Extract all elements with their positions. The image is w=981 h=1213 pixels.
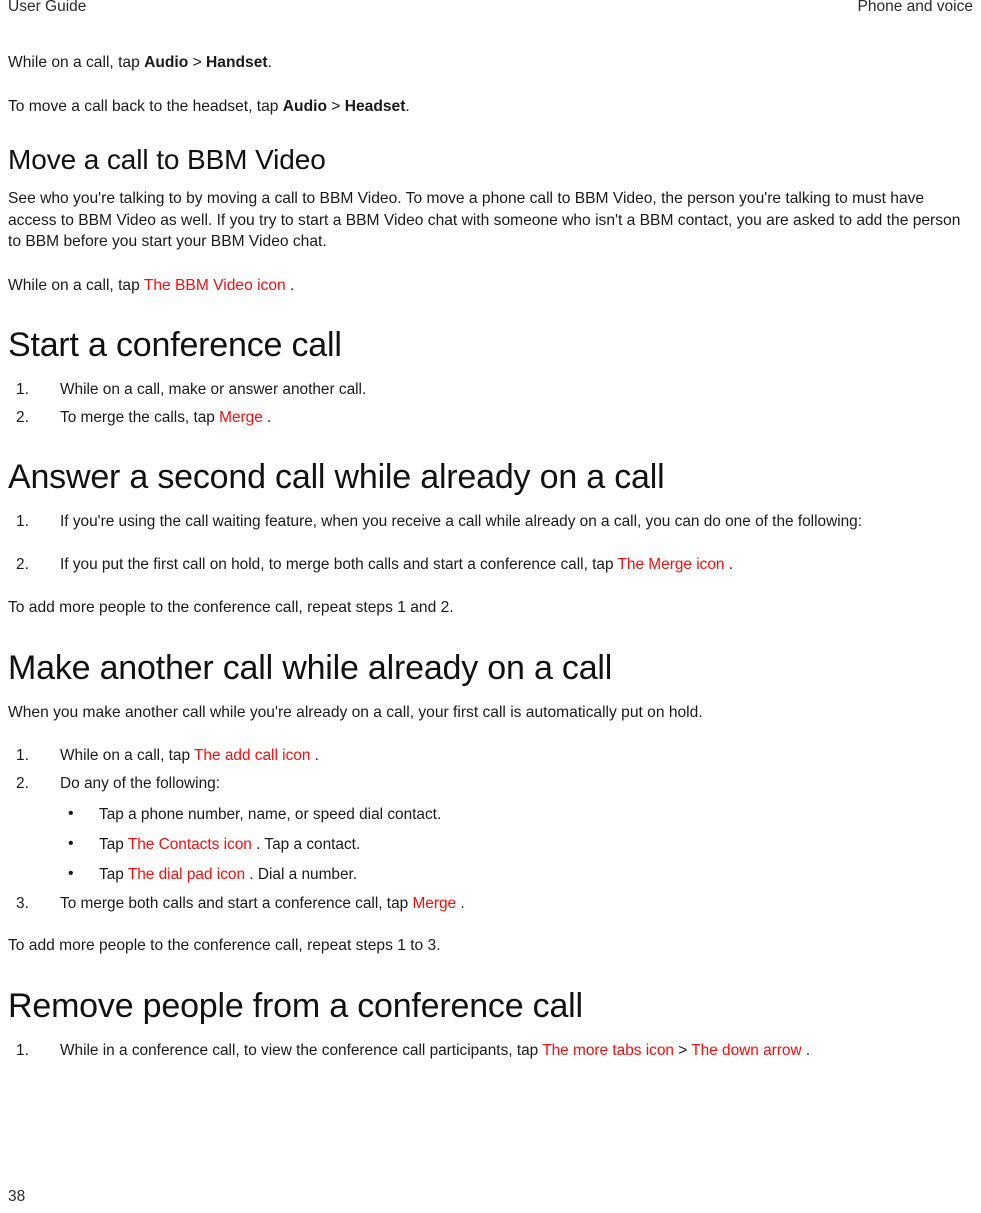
step-post: . [724,556,734,573]
contacts-icon[interactable]: The Contacts icon [128,836,252,853]
steps-start-conference-call: While on a call, make or answer another … [8,379,973,428]
list-item: To merge the calls, tap Merge . [8,407,973,428]
section-closing-make-another-call: To add more people to the conference cal… [8,937,441,954]
intro-p2-separator: > [326,97,345,115]
list-item: Tap a phone number, name, or speed dial … [60,803,973,825]
merge-icon[interactable]: Merge [412,895,456,912]
step-pre: While in a conference call, to view the … [60,1041,543,1059]
instruction-post: . [285,276,295,294]
instruction-pre: While on a call, tap [8,276,144,294]
step-pre: To merge the calls, tap [60,409,220,426]
page-content: While on a call, tap Audio > Handset. To… [8,52,973,1081]
bullet-options-make-another-call: Tap a phone number, name, or speed dial … [60,803,973,885]
bbm-video-icon[interactable]: The BBM Video icon [144,277,286,294]
page-number-footer: 38 [8,1188,26,1205]
bullet-post: . Tap a contact. [251,836,361,853]
intro-p2-pre: To move a call back to the headset, tap [8,97,283,115]
step-pre: While on a call, tap [60,747,195,764]
step-text: If you're using the call waiting feature… [60,513,863,530]
add-call-icon[interactable]: The add call icon [194,747,310,764]
intro-p1-bold-audio: Audio [144,54,189,71]
list-item: While on a call, tap The add call icon . [8,745,973,766]
bullet-pre: Tap [99,866,128,883]
intro-p1-post: . [267,54,272,71]
step-separator: > [673,1041,692,1059]
section-title-start-conference-call: Start a conference call [8,326,342,364]
steps-answer-second-call: If you're using the call waiting feature… [8,511,973,575]
bullet-post: . Dial a number. [245,866,358,883]
steps-make-another-call: While on a call, tap The add call icon .… [8,745,973,914]
section-title-answer-second-call: Answer a second call while already on a … [8,458,665,496]
bullet-pre: Tap [99,836,128,853]
intro-p1-bold-handset: Handset [206,54,268,71]
intro-p2-bold-headset: Headset [344,97,406,115]
intro-p2-post: . [405,97,410,115]
list-item: If you're using the call waiting feature… [8,511,973,532]
list-item: While on a call, make or answer another … [8,379,973,400]
step-pre: If you put the first call on hold, to me… [60,556,618,573]
section-body-make-another-call: When you make another call while you're … [8,703,703,721]
more-tabs-icon[interactable]: The more tabs icon [542,1042,674,1059]
section-title-make-another-call: Make another call while already on a cal… [8,648,613,687]
step-post: . [456,895,465,912]
dial-pad-icon[interactable]: The dial pad icon [128,866,245,883]
list-item: To merge both calls and start a conferen… [8,893,973,914]
step-post: . [262,409,272,426]
steps-remove-people-conference: While in a conference call, to view the … [8,1040,973,1061]
running-header: User Guide Phone and voice [8,0,973,25]
intro-paragraph-handset: While on a call, tap Audio > Handset. [8,52,973,74]
merge-icon[interactable]: The Merge icon [618,556,725,573]
list-item: While in a conference call, to view the … [8,1040,973,1061]
section-closing-answer-second-call: To add more people to the conference cal… [8,599,454,616]
header-right-title: Phone and voice [857,0,973,15]
list-item: If you put the first call on hold, to me… [8,554,973,575]
intro-paragraph-headset: To move a call back to the headset, tap … [8,96,973,118]
section-body-move-call-bbm-video: See who you're talking to by moving a ca… [8,190,961,250]
section-title-move-call-bbm-video: Move a call to BBM Video [8,144,326,175]
step-text: Do any of the following: [60,775,220,792]
list-item: Do any of the following: Tap a phone num… [8,773,973,885]
bullet-pre: Tap a phone number, name, or speed dial … [99,806,442,823]
list-item: Tap The Contacts icon . Tap a contact. [60,833,973,855]
intro-p2-bold-audio: Audio [282,97,327,115]
merge-icon[interactable]: Merge [219,409,263,426]
step-text: While on a call, make or answer another … [60,381,367,398]
header-left-title: User Guide [8,0,87,15]
step-pre: To merge both calls and start a conferen… [60,895,413,912]
section-instruction-move-call-bbm-video: While on a call, tap The BBM Video icon … [8,275,973,297]
step-post: . [801,1041,811,1059]
down-arrow-icon[interactable]: The down arrow [691,1042,801,1059]
list-item: Tap The dial pad icon . Dial a number. [60,863,973,885]
section-title-remove-people-conference: Remove people from a conference call [8,986,583,1025]
user-guide-page: User Guide Phone and voice While on a ca… [0,0,981,1213]
intro-p1-pre: While on a call, tap [8,54,145,71]
intro-p1-separator: > [188,54,207,71]
step-post: . [310,747,319,764]
